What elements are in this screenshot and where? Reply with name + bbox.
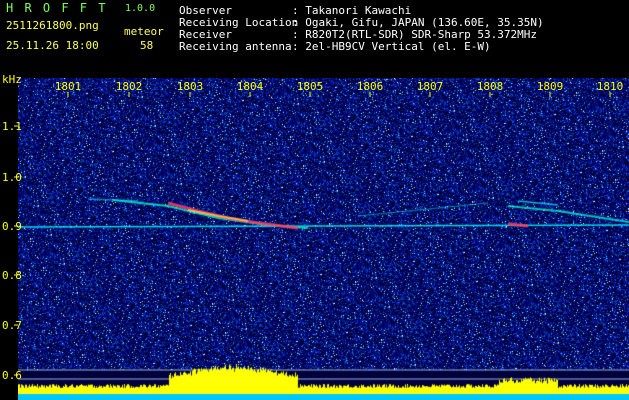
- y-tick-label: 0.8: [2, 269, 22, 282]
- x-tick-label: 1810: [597, 80, 624, 93]
- x-tick-label: 1804: [237, 80, 264, 93]
- x-tick-label: 1801: [55, 80, 82, 93]
- x-tick-label: 1805: [297, 80, 324, 93]
- x-tick-label: 1806: [357, 80, 384, 93]
- y-tick-label: 1.1: [2, 120, 22, 133]
- y-tick-label: 1.0: [2, 171, 22, 184]
- spectrogram-axes: kHz 1801 1802 1803 1804 1805 1806 1807 1808 1809…: [2, 73, 624, 382]
- x-tick-label: 1803: [177, 80, 204, 93]
- x-axis-ticks: 1801 1802 1803 1804 1805 1806 1807 1808 1809 1810: [55, 80, 624, 97]
- y-axis-unit: kHz: [2, 73, 22, 86]
- meteor-count: 58: [140, 39, 154, 52]
- x-tick-label: 1809: [537, 80, 564, 93]
- y-tick-label: 0.7: [2, 319, 22, 332]
- app-version: 1.0.0: [125, 3, 156, 14]
- meteor-label: meteor: [124, 25, 164, 38]
- y-tick-label: 0.9: [2, 220, 22, 233]
- file-name: 2511261800.png: [6, 19, 99, 32]
- x-tick-label: 1807: [417, 80, 444, 93]
- header-panel: H R O F F T 1.0.0 2511261800.png meteor …: [0, 0, 629, 70]
- x-tick-label: 1808: [477, 80, 504, 93]
- app-title: H R O F F T: [6, 1, 108, 15]
- antenna-label: Receiving antenna: [179, 40, 292, 53]
- y-tick-label: 0.6: [2, 369, 22, 382]
- antenna-value: : 2el-HB9CV Vertical (el. E-W): [292, 40, 491, 53]
- y-axis-ticks: 1.1 1.0 0.9 0.8 0.7 0.6: [2, 120, 22, 382]
- x-tick-label: 1802: [116, 80, 143, 93]
- date-time: 25.11.26 18:00: [6, 39, 99, 52]
